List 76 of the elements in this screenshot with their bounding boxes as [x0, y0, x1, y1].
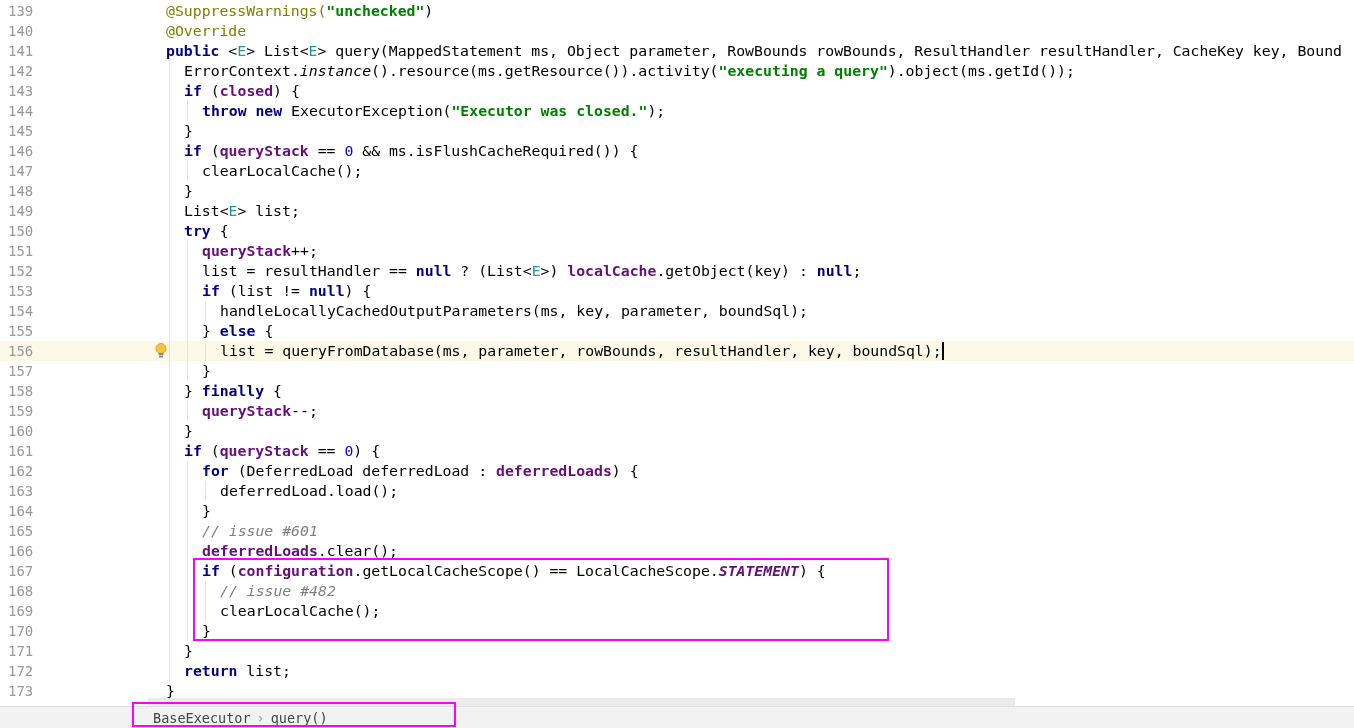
code-line: }	[184, 424, 193, 438]
line-number: 152	[8, 263, 34, 279]
text-cursor	[941, 342, 944, 360]
code-line: if (closed) {	[184, 84, 300, 98]
line-number: 166	[8, 543, 34, 559]
line-number: 149	[8, 203, 34, 219]
code-line: if (list != null) {	[202, 284, 372, 298]
code-line: public <E> List<E> query(MappedStatement ms, Object parameter, RowBounds rowBounds, ResultHandler resultHandler, CacheKey key, Bound	[166, 44, 1342, 58]
line-number: 140	[8, 23, 34, 39]
line-number: 162	[8, 463, 34, 479]
code-line: }	[166, 684, 175, 698]
breadcrumb-separator: ›	[256, 710, 265, 725]
line-number: 168	[8, 583, 34, 599]
code-line: ErrorContext.instance().resource(ms.getResource()).activity("executing a query").object(ms.getId());	[184, 64, 1075, 78]
code-line: queryStack++;	[202, 244, 318, 258]
line-number: 147	[8, 163, 34, 179]
line-number: 142	[8, 63, 34, 79]
breadcrumb-item[interactable]: query()	[270, 710, 328, 725]
code-line: }	[184, 644, 193, 658]
code-line: // issue #482	[220, 584, 336, 598]
code-line: if (queryStack == 0) {	[184, 444, 381, 458]
line-number: 146	[8, 143, 34, 159]
breadcrumb-item[interactable]: BaseExecutor	[153, 710, 251, 725]
code-line: try {	[184, 224, 229, 238]
code-line: list = resultHandler == null ? (List<E>) localCache.getObject(key) : null;	[202, 264, 862, 278]
line-number: 157	[8, 363, 34, 379]
code-line: @SuppressWarnings("unchecked")	[166, 4, 434, 18]
line-number: 154	[8, 303, 34, 319]
line-number: 170	[8, 623, 34, 639]
code-line: }	[184, 124, 193, 138]
code-line: if (configuration.getLocalCacheScope() == LocalCacheScope.STATEMENT) {	[202, 564, 826, 578]
code-line: throw new ExecutorException("Executor was closed.");	[202, 104, 666, 118]
line-number: 172	[8, 663, 34, 679]
line-number: 169	[8, 603, 34, 619]
code-line: } finally {	[184, 384, 282, 398]
line-number: 167	[8, 563, 34, 579]
code-line: } else {	[202, 324, 274, 338]
code-line: deferredLoads.clear();	[202, 544, 398, 558]
line-number: 165	[8, 523, 34, 539]
line-number: 143	[8, 83, 34, 99]
code-line: handleLocallyCachedOutputParameters(ms, key, parameter, boundSql);	[220, 304, 808, 318]
code-line: }	[202, 364, 211, 378]
line-number: 163	[8, 483, 34, 499]
line-number: 158	[8, 383, 34, 399]
line-number: 159	[8, 403, 34, 419]
line-number: 141	[8, 43, 34, 59]
line-number: 144	[8, 103, 34, 119]
line-number: 148	[8, 183, 34, 199]
line-number: 160	[8, 423, 34, 439]
line-number: 156	[8, 343, 34, 359]
line-number: 151	[8, 243, 34, 259]
code-line: }	[202, 624, 211, 638]
code-line: clearLocalCache();	[220, 604, 381, 618]
code-line: List<E> list;	[184, 204, 300, 218]
code-line: clearLocalCache();	[202, 164, 363, 178]
code-line: for (DeferredLoad deferredLoad : deferredLoads) {	[202, 464, 639, 478]
line-number: 173	[8, 683, 34, 699]
code-line: queryStack--;	[202, 404, 318, 418]
line-number: 155	[8, 323, 34, 339]
line-number: 139	[8, 3, 34, 19]
code-line: list = queryFromDatabase(ms, parameter, rowBounds, resultHandler, key, boundSql);	[220, 344, 942, 358]
code-line: @Override	[166, 24, 247, 38]
code-line: return list;	[184, 664, 291, 678]
line-number: 171	[8, 643, 34, 659]
code-line: }	[184, 184, 193, 198]
line-number: 164	[8, 503, 34, 519]
lightbulb-icon[interactable]	[155, 343, 167, 359]
line-number: 161	[8, 443, 34, 459]
code-line: if (queryStack == 0 && ms.isFlushCacheRequired()) {	[184, 144, 639, 158]
scrollbar-thumb[interactable]	[148, 698, 1015, 706]
line-number: 150	[8, 223, 34, 239]
code-line: }	[202, 504, 211, 518]
line-number: 145	[8, 123, 34, 139]
code-line: deferredLoad.load();	[220, 484, 399, 498]
code-line: // issue #601	[202, 524, 318, 538]
line-number: 153	[8, 283, 34, 299]
